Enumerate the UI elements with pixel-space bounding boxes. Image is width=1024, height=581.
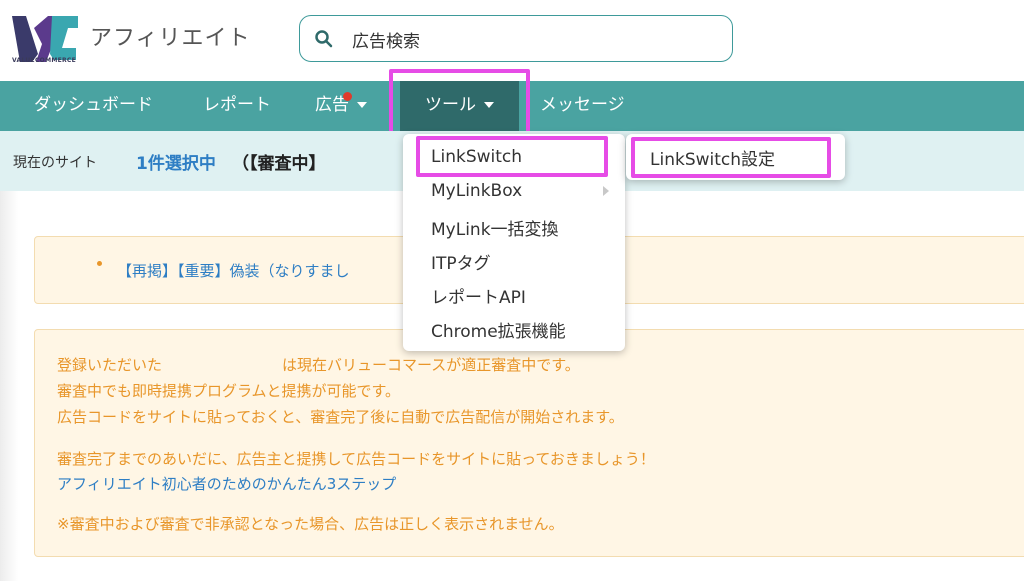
bullet-icon: [97, 261, 102, 266]
menu-item-report-api[interactable]: レポートAPI: [431, 283, 526, 308]
caret-down-icon: [357, 102, 367, 108]
nav-item-messages[interactable]: メッセージ: [540, 81, 625, 131]
site-label: 現在のサイト: [13, 155, 97, 171]
search-box[interactable]: [299, 15, 733, 62]
nav-item-ads[interactable]: 広告: [315, 81, 367, 131]
highlight-linkswitch: [416, 136, 608, 177]
nav-item-label: レポート: [203, 95, 271, 115]
menu-item-mylink-bulk[interactable]: MyLink一括変換: [431, 215, 559, 240]
search-icon[interactable]: [314, 29, 334, 49]
notice-text: は現在バリューコマースが適正審査中です。: [282, 356, 580, 374]
highlight-tools: [389, 69, 530, 139]
site-status: （【審査中】: [232, 154, 326, 174]
highlight-linkswitch-settings: [631, 137, 831, 178]
menu-item-mylinkbox[interactable]: MyLinkBox: [431, 181, 522, 201]
menu-item-chrome-extension[interactable]: Chrome拡張機能: [431, 317, 566, 342]
notice-line: 審査完了までのあいだに、広告主と提携して広告コードをサイトに貼っておきましょう！: [57, 450, 655, 468]
notice-text: 登録いただいた: [57, 356, 163, 374]
nav-item-report[interactable]: レポート: [203, 81, 271, 131]
announcement-link[interactable]: 【再掲】【重要】偽装（なりすまし: [117, 260, 350, 281]
header: VALUECOMMERCE アフィリエイト: [0, 0, 1024, 80]
app-title: アフィリエイト: [90, 26, 251, 51]
menu-item-itp-tag[interactable]: ITPタグ: [431, 249, 491, 274]
left-shade: [0, 191, 18, 581]
notification-dot-icon: [343, 92, 352, 101]
nav-item-label: ダッシュボード: [34, 95, 153, 115]
notice-line: 審査中でも即時提携プログラムと提携が可能です。: [57, 382, 401, 400]
notice-line: 登録いただいた は現在バリューコマースが適正審査中です。: [57, 354, 580, 375]
nav-item-dashboard[interactable]: ダッシュボード: [34, 81, 153, 131]
logo-text: VALUECOMMERCE: [12, 57, 77, 64]
beginner-guide-link[interactable]: アフィリエイト初心者のためのかんたん3ステップ: [57, 473, 396, 494]
site-selection-link[interactable]: 1件選択中: [136, 149, 216, 174]
review-notice-box: 登録いただいた は現在バリューコマースが適正審査中です。 審査中でも即時提携プログ…: [34, 329, 1024, 557]
search-input[interactable]: [352, 26, 712, 52]
nav-item-label: メッセージ: [540, 95, 625, 115]
notice-line: 広告コードをサイトに貼っておくと、審査完了後に自動で広告配信が開始されます。: [57, 408, 624, 426]
notice-line: ※審査中および審査で非承認となった場合、広告は正しく表示されません。: [57, 515, 564, 533]
chevron-right-icon: [603, 186, 609, 196]
